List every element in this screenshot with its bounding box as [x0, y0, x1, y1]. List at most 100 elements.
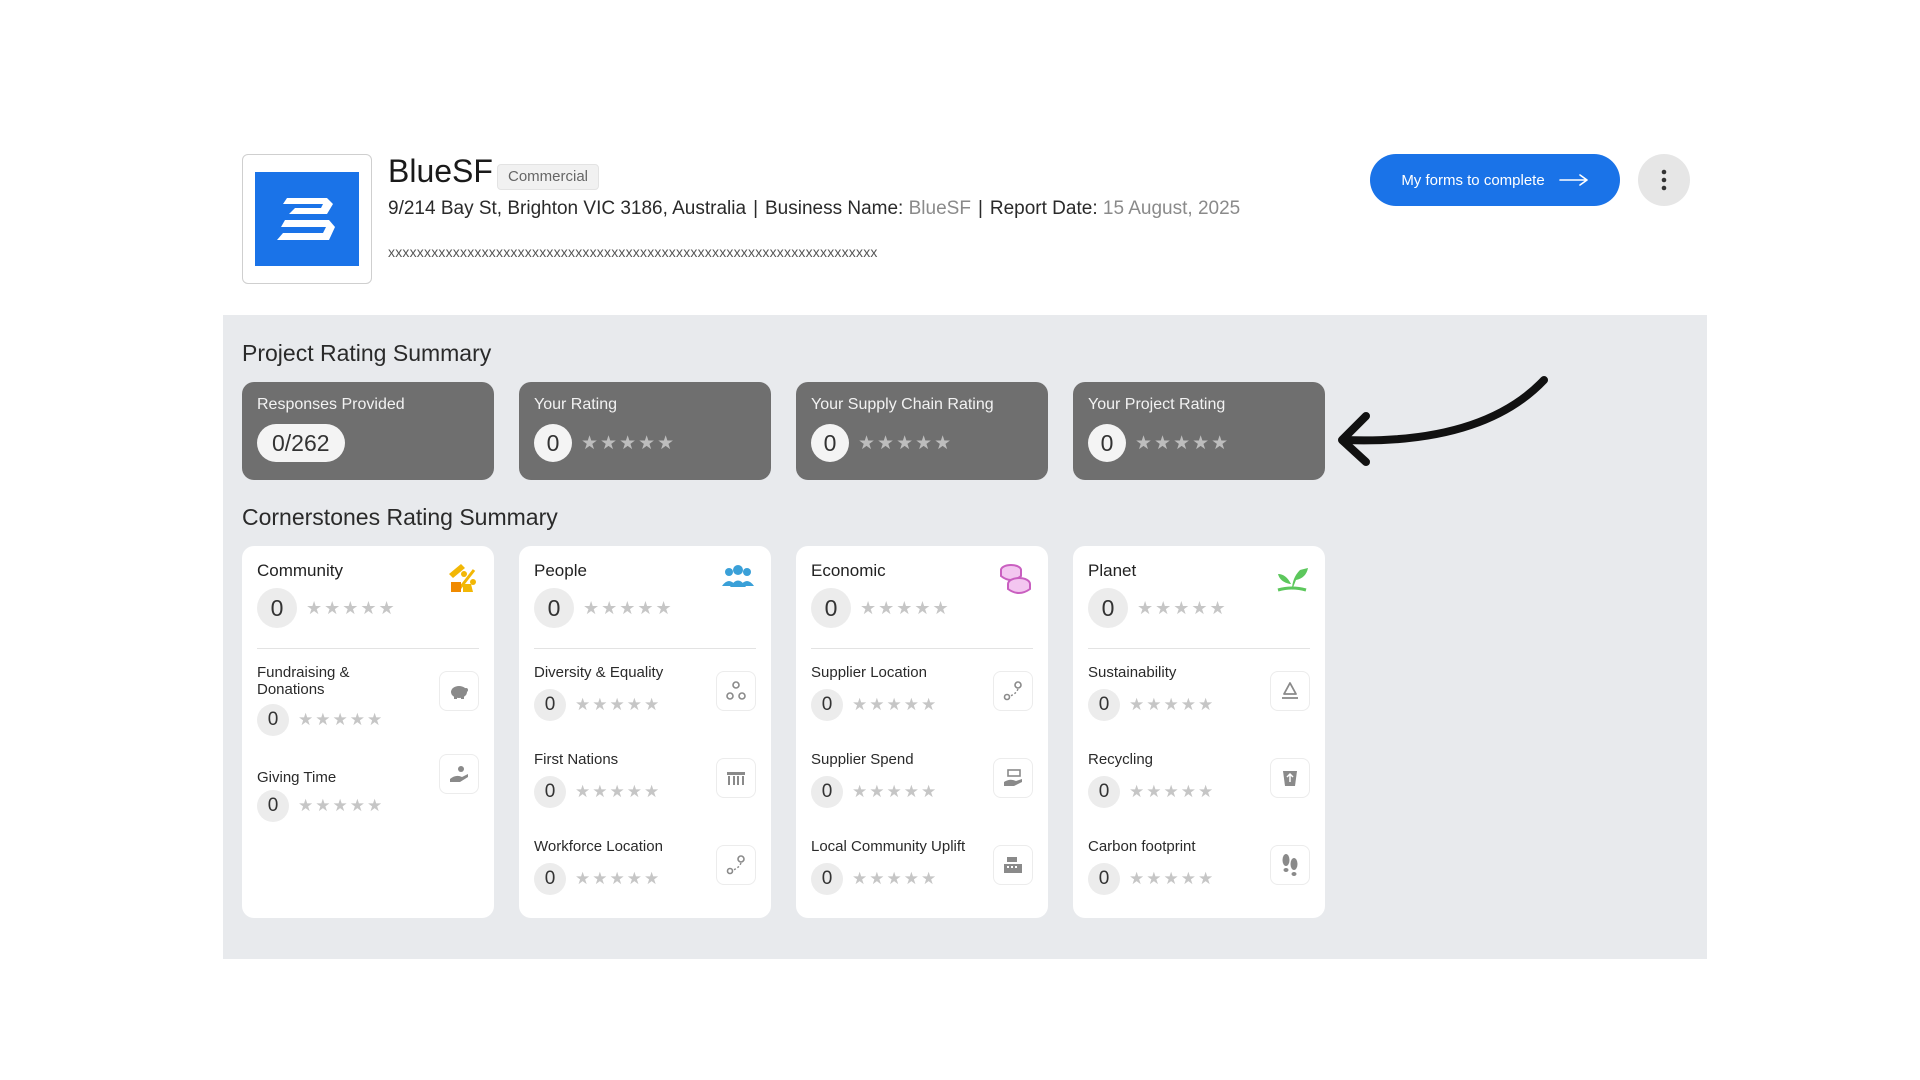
- rating-value: 0: [1088, 776, 1120, 808]
- footprint-icon: [1270, 845, 1310, 885]
- report-date-label: Report Date:: [989, 198, 1098, 219]
- recycle-icon: [1270, 671, 1310, 711]
- rating-value: 0: [534, 588, 574, 628]
- report-date-value: 15 August, 2025: [1102, 198, 1241, 219]
- separator: |: [753, 198, 758, 219]
- star-rating: ★★★★★: [575, 869, 662, 888]
- curved-arrow-icon: [1338, 376, 1548, 466]
- segment-badge: Commercial: [497, 164, 600, 190]
- card-header: People 0 ★★★★★: [534, 546, 756, 649]
- item-label: Sustainability: [1088, 664, 1177, 681]
- card-label: Your Rating: [534, 396, 618, 413]
- list-item: Carbon footprint 0 ★★★★★: [1088, 823, 1310, 910]
- diversity-icon: [716, 671, 756, 711]
- list-item: Recycling 0 ★★★★★: [1088, 736, 1310, 823]
- cornerstone-title: Community: [257, 561, 343, 580]
- cornerstone-title: Planet: [1088, 561, 1137, 580]
- star-rating: ★★★★★: [298, 710, 385, 729]
- item-label: Giving Time: [257, 769, 337, 786]
- star-rating: ★★★★★: [581, 432, 677, 454]
- star-rating: ★★★★★: [1129, 869, 1216, 888]
- card-label: Your Project Rating: [1088, 396, 1226, 413]
- item-label: Workforce Location: [534, 838, 663, 855]
- company-info-line: 9/214 Bay St, Brighton VIC 3186, Austral…: [388, 198, 1240, 220]
- vertical-dots-icon: [1661, 169, 1667, 191]
- rating-value: 0: [257, 704, 289, 736]
- separator: |: [977, 198, 983, 219]
- rating-value: 0: [534, 863, 566, 895]
- cornerstone-title: People: [534, 561, 587, 580]
- rating-value: 0: [1088, 424, 1126, 462]
- list-item: Supplier Spend 0 ★★★★★: [811, 736, 1033, 823]
- sprout-icon: [1277, 568, 1308, 592]
- star-rating: ★★★★★: [1135, 432, 1231, 454]
- money-hand-icon: [993, 758, 1033, 798]
- company-name: BlueSF: [388, 153, 493, 189]
- star-rating: ★★★★★: [298, 796, 385, 815]
- economic-card: Economic 0 ★★★★★ Supplier Location 0 ★★★…: [796, 546, 1048, 918]
- your-rating-card: Your Rating 0 ★★★★★: [519, 382, 771, 480]
- first-nations-icon: [716, 758, 756, 798]
- list-item: Sustainability 0 ★★★★★: [1088, 649, 1310, 736]
- rating-value: 0: [1088, 689, 1120, 721]
- item-label: Supplier Spend: [811, 751, 914, 768]
- item-label: Supplier Location: [811, 664, 927, 681]
- card-header: Economic 0 ★★★★★: [811, 546, 1033, 649]
- responses-provided-card: Responses Provided 0/262: [242, 382, 494, 480]
- list-item: Local Community Uplift 0 ★★★★★: [811, 823, 1033, 910]
- item-label: Local Community Uplift: [811, 838, 966, 855]
- list-item: Fundraising & Donations 0 ★★★★★: [257, 649, 479, 754]
- arrow-right-icon: [1558, 174, 1588, 186]
- star-rating: ★★★★★: [575, 782, 662, 801]
- address: 9/214 Bay St, Brighton VIC 3186, Austral…: [388, 198, 747, 219]
- my-forms-button-label: My forms to complete: [1401, 171, 1545, 189]
- star-rating: ★★★★★: [583, 597, 674, 618]
- location-route-icon: [993, 671, 1033, 711]
- cornerstones-rating-summary-title: Cornerstones Rating Summary: [242, 504, 558, 530]
- rating-value: 0: [811, 588, 851, 628]
- rating-value: 0: [1088, 588, 1128, 628]
- planet-card: Planet 0 ★★★★★ Sustainability 0 ★★★★★ Re…: [1073, 546, 1325, 918]
- community-icon: [449, 564, 476, 592]
- rating-value: 0: [257, 790, 289, 822]
- card-label: Your Supply Chain Rating: [811, 396, 994, 413]
- cash-register-icon: [993, 845, 1033, 885]
- rating-value: 0: [534, 776, 566, 808]
- star-rating: ★★★★★: [860, 597, 951, 618]
- list-item: Diversity & Equality 0 ★★★★★: [534, 649, 756, 736]
- cornerstone-title: Economic: [811, 561, 886, 580]
- star-rating: ★★★★★: [852, 869, 939, 888]
- star-rating: ★★★★★: [575, 695, 662, 714]
- rating-value: 0: [257, 588, 297, 628]
- supply-chain-rating-card: Your Supply Chain Rating 0 ★★★★★: [796, 382, 1048, 480]
- piggy-bank-icon: [439, 671, 479, 711]
- item-label: Diversity & Equality: [534, 664, 664, 681]
- more-options-button[interactable]: [1638, 154, 1690, 206]
- card-header: Community 0 ★★★★★: [257, 546, 479, 649]
- item-label: Carbon footprint: [1088, 838, 1196, 855]
- rating-value: 0: [811, 863, 843, 895]
- item-label: Recycling: [1088, 751, 1154, 768]
- star-rating: ★★★★★: [1137, 597, 1228, 618]
- community-card: Community 0 ★★★★★ Fundraising & Donation…: [242, 546, 494, 918]
- responses-count: 0/262: [257, 424, 345, 462]
- bluesf-logo-icon: [255, 172, 359, 266]
- my-forms-button[interactable]: My forms to complete: [1370, 154, 1620, 206]
- star-rating: ★★★★★: [1129, 695, 1216, 714]
- rating-value: 0: [534, 424, 572, 462]
- business-name-label: Business Name:: [765, 198, 904, 219]
- star-rating: ★★★★★: [858, 432, 954, 454]
- rating-value: 0: [534, 689, 566, 721]
- rating-value: 0: [1088, 863, 1120, 895]
- card-label: Responses Provided: [257, 396, 405, 413]
- project-rating-summary-title: Project Rating Summary: [242, 340, 492, 366]
- rating-value: 0: [811, 424, 849, 462]
- company-logo: [242, 154, 372, 284]
- recycle-bin-icon: [1270, 758, 1310, 798]
- star-rating: ★★★★★: [306, 597, 397, 618]
- business-name-value: BlueSF: [908, 198, 971, 219]
- card-header: Planet 0 ★★★★★: [1088, 546, 1310, 649]
- item-label: Fundraising & Donations: [257, 664, 350, 698]
- giving-hand-icon: [439, 754, 479, 794]
- star-rating: ★★★★★: [1129, 782, 1216, 801]
